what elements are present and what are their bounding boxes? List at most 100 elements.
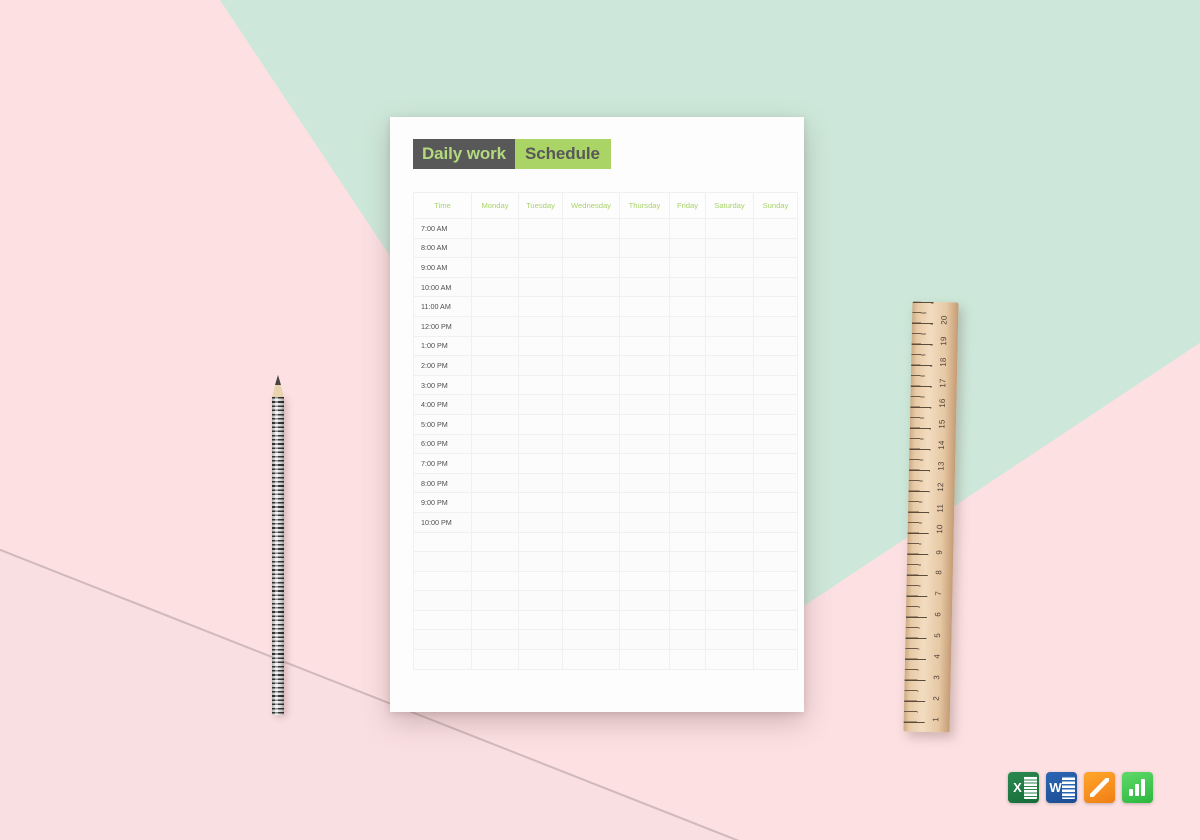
schedule-cell[interactable] [705, 218, 754, 239]
schedule-cell[interactable] [471, 629, 519, 651]
schedule-cell[interactable] [562, 296, 620, 317]
schedule-cell[interactable] [518, 276, 563, 298]
word-icon[interactable]: W [1046, 772, 1077, 803]
schedule-cell[interactable] [471, 551, 519, 572]
schedule-cell[interactable] [518, 511, 563, 533]
schedule-cell[interactable] [669, 355, 706, 376]
schedule-cell[interactable] [518, 335, 563, 357]
schedule-cell[interactable] [753, 609, 798, 631]
schedule-cell[interactable] [619, 472, 670, 494]
schedule-cell[interactable] [619, 492, 670, 513]
schedule-cell[interactable] [562, 551, 620, 572]
schedule-cell[interactable] [471, 413, 519, 435]
schedule-cell[interactable] [753, 276, 798, 298]
schedule-cell[interactable] [619, 315, 670, 337]
schedule-cell[interactable] [753, 590, 798, 611]
schedule-cell[interactable] [619, 453, 670, 474]
schedule-cell[interactable] [619, 218, 670, 239]
schedule-cell[interactable] [471, 531, 519, 553]
schedule-cell[interactable] [518, 609, 563, 631]
schedule-cell[interactable] [619, 296, 670, 317]
schedule-cell[interactable] [471, 257, 519, 278]
schedule-cell[interactable] [705, 511, 754, 533]
schedule-cell[interactable] [619, 433, 670, 455]
schedule-cell[interactable] [669, 609, 706, 631]
schedule-cell[interactable] [705, 296, 754, 317]
schedule-cell[interactable] [705, 551, 754, 572]
schedule-cell[interactable] [518, 218, 563, 239]
schedule-cell[interactable] [471, 394, 519, 415]
schedule-cell[interactable] [518, 590, 563, 611]
schedule-cell[interactable] [705, 472, 754, 494]
schedule-cell[interactable] [518, 551, 563, 572]
schedule-cell[interactable] [619, 237, 670, 259]
schedule-cell[interactable] [669, 511, 706, 533]
schedule-cell[interactable] [705, 394, 754, 415]
schedule-cell[interactable] [562, 629, 620, 651]
schedule-cell[interactable] [562, 218, 620, 239]
schedule-cell[interactable] [619, 257, 670, 278]
schedule-cell[interactable] [669, 257, 706, 278]
schedule-cell[interactable] [471, 433, 519, 455]
schedule-cell[interactable] [753, 237, 798, 259]
schedule-cell[interactable] [471, 218, 519, 239]
schedule-cell[interactable] [562, 609, 620, 631]
schedule-cell[interactable] [562, 335, 620, 357]
schedule-cell[interactable] [669, 551, 706, 572]
schedule-cell[interactable] [471, 492, 519, 513]
schedule-cell[interactable] [619, 374, 670, 396]
schedule-cell[interactable] [669, 492, 706, 513]
schedule-cell[interactable] [471, 453, 519, 474]
schedule-cell[interactable] [753, 531, 798, 553]
schedule-cell[interactable] [471, 315, 519, 337]
schedule-cell[interactable] [753, 413, 798, 435]
schedule-cell[interactable] [518, 237, 563, 259]
schedule-cell[interactable] [471, 335, 519, 357]
schedule-cell[interactable] [619, 276, 670, 298]
schedule-cell[interactable] [471, 590, 519, 611]
schedule-cell[interactable] [471, 355, 519, 376]
schedule-cell[interactable] [562, 453, 620, 474]
schedule-cell[interactable] [669, 433, 706, 455]
schedule-cell[interactable] [619, 335, 670, 357]
schedule-cell[interactable] [669, 296, 706, 317]
schedule-cell[interactable] [518, 453, 563, 474]
schedule-cell[interactable] [669, 276, 706, 298]
schedule-cell[interactable] [753, 296, 798, 317]
schedule-cell[interactable] [562, 355, 620, 376]
schedule-cell[interactable] [619, 531, 670, 553]
schedule-cell[interactable] [562, 531, 620, 553]
schedule-cell[interactable] [669, 629, 706, 651]
schedule-cell[interactable] [471, 609, 519, 631]
schedule-cell[interactable] [518, 492, 563, 513]
schedule-cell[interactable] [562, 237, 620, 259]
schedule-cell[interactable] [562, 315, 620, 337]
schedule-cell[interactable] [619, 511, 670, 533]
schedule-cell[interactable] [518, 629, 563, 651]
schedule-cell[interactable] [471, 649, 519, 670]
schedule-cell[interactable] [669, 531, 706, 553]
schedule-cell[interactable] [669, 453, 706, 474]
schedule-cell[interactable] [705, 257, 754, 278]
schedule-cell[interactable] [753, 649, 798, 670]
schedule-cell[interactable] [705, 237, 754, 259]
schedule-cell[interactable] [753, 551, 798, 572]
schedule-cell[interactable] [753, 374, 798, 396]
schedule-cell[interactable] [669, 570, 706, 592]
schedule-cell[interactable] [669, 237, 706, 259]
schedule-cell[interactable] [669, 413, 706, 435]
schedule-cell[interactable] [669, 649, 706, 670]
schedule-cell[interactable] [562, 257, 620, 278]
schedule-cell[interactable] [619, 394, 670, 415]
schedule-cell[interactable] [471, 276, 519, 298]
schedule-cell[interactable] [619, 590, 670, 611]
schedule-cell[interactable] [518, 649, 563, 670]
schedule-cell[interactable] [518, 570, 563, 592]
schedule-cell[interactable] [669, 315, 706, 337]
schedule-cell[interactable] [471, 570, 519, 592]
schedule-cell[interactable] [562, 394, 620, 415]
schedule-cell[interactable] [562, 590, 620, 611]
schedule-cell[interactable] [753, 433, 798, 455]
schedule-cell[interactable] [518, 433, 563, 455]
schedule-cell[interactable] [518, 531, 563, 553]
